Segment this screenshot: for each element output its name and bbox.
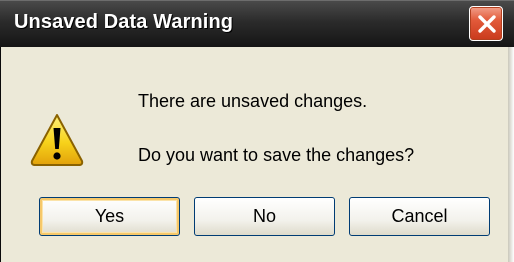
dialog-body: There are unsaved changes. Do you want t… [0,47,514,262]
warning-icon [30,114,84,166]
dialog-title: Unsaved Data Warning [14,11,234,33]
dialog-window: Unsaved Data Warning There are unsaved c… [0,0,514,262]
close-button[interactable] [469,6,503,41]
yes-button[interactable]: Yes [39,197,180,236]
no-button[interactable]: No [194,197,335,236]
message-line-2: Do you want to save the changes? [138,145,415,165]
title-bar[interactable]: Unsaved Data Warning [0,0,514,47]
cancel-button[interactable]: Cancel [349,197,490,236]
message-line-1: There are unsaved changes. [138,91,368,111]
window-border [508,47,514,262]
close-icon [478,15,496,33]
